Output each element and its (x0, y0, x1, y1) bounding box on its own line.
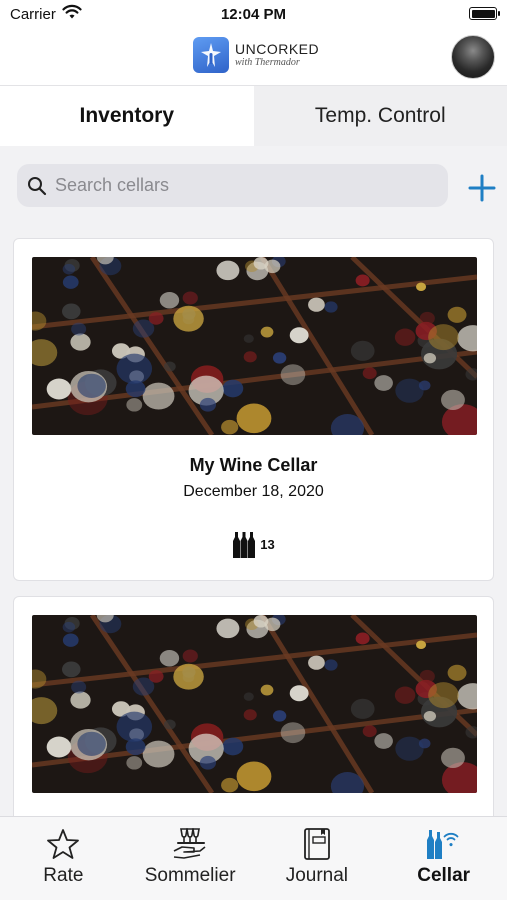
tabbar-item-sommelier[interactable]: Sommelier (127, 817, 254, 900)
tabbar-item-rate[interactable]: Rate (0, 817, 127, 900)
cellar-card[interactable] (13, 596, 494, 816)
tabbar-item-cellar[interactable]: Cellar (380, 817, 507, 900)
cellar-bottles-icon (426, 830, 459, 859)
tabbar-label: Cellar (417, 865, 471, 886)
cellar-date: December 18, 2020 (183, 483, 324, 500)
journal-icon (303, 828, 330, 860)
uncorked-logo: UNCORKED with Thermador (193, 37, 319, 73)
search-icon (28, 176, 47, 195)
add-cellar-button[interactable] (467, 173, 497, 203)
star-icon (47, 829, 80, 859)
tabbar-label: Sommelier (144, 865, 236, 886)
wine-bottles-icon (233, 532, 256, 558)
bottle-count-value: 13 (260, 536, 275, 552)
tabbar-label: Rate (43, 865, 84, 886)
bottle-count: 13 (14, 529, 493, 559)
cellar-list: My Wine Cellar December 18, 2020 13 (0, 226, 507, 816)
sommelier-tray-icon (173, 828, 206, 859)
cellar-photo (32, 257, 477, 435)
cellar-name: My Wine Cellar (189, 455, 318, 475)
app-header: UNCORKED with Thermador (0, 28, 507, 86)
search-row (0, 146, 507, 226)
cellar-photo (32, 615, 477, 793)
tabbar-item-journal[interactable]: Journal (254, 817, 381, 900)
segment-tabs: Inventory Temp. Control (0, 86, 507, 146)
tab-temp-control-label: Temp. Control (314, 104, 446, 127)
battery-icon (469, 7, 500, 20)
brand-subtitle: with Thermador (235, 57, 300, 68)
bottom-tab-bar: Rate Sommelier Journal Cellar (0, 816, 507, 900)
search-bar[interactable] (17, 164, 448, 207)
status-bar: Carrier 12:04 PM (0, 0, 507, 28)
profile-avatar[interactable] (451, 35, 495, 79)
tab-inventory[interactable]: Inventory (0, 86, 254, 146)
search-input[interactable] (55, 175, 415, 196)
tab-inventory-label: Inventory (79, 104, 175, 127)
clock: 12:04 PM (220, 6, 287, 23)
brand-name: UNCORKED (235, 41, 320, 57)
tabbar-label: Journal (285, 865, 349, 886)
cellar-card[interactable]: My Wine Cellar December 18, 2020 13 (13, 238, 494, 581)
logo-mark-icon (193, 37, 229, 73)
tab-temp-control[interactable]: Temp. Control (253, 86, 507, 146)
